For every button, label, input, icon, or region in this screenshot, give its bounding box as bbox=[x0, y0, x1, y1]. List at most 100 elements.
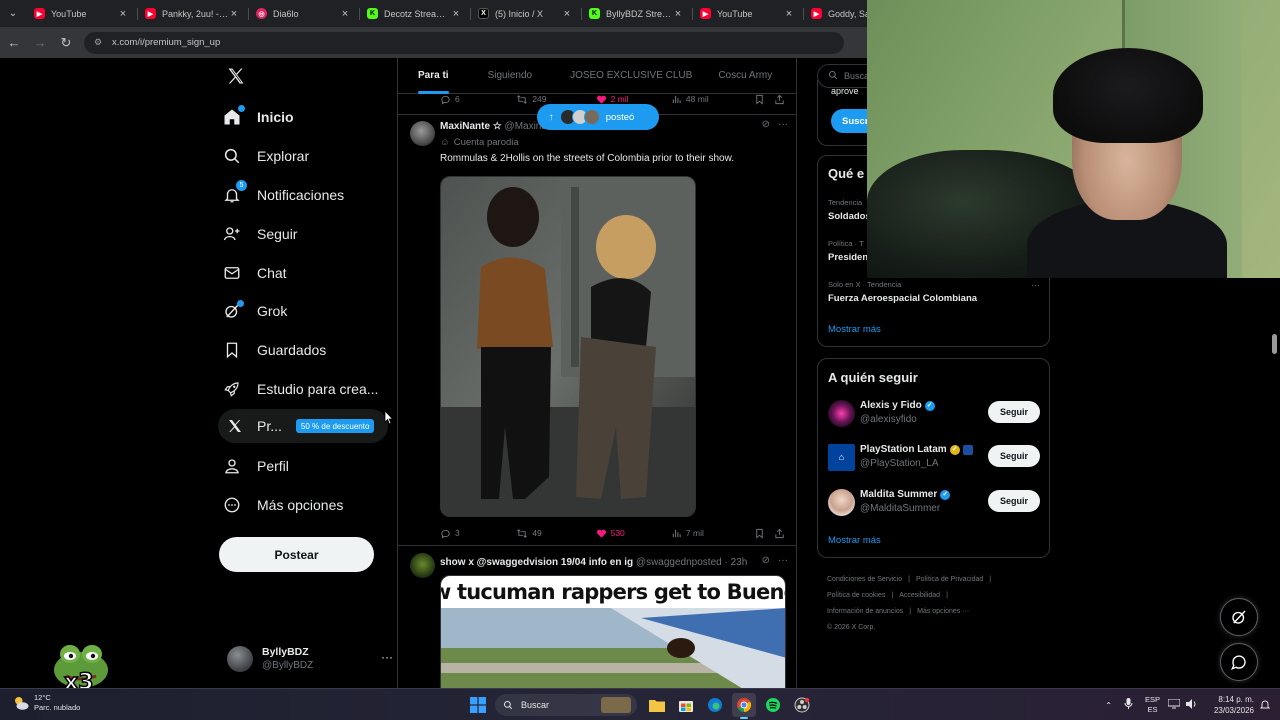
share-button[interactable] bbox=[774, 94, 785, 105]
nav-item-grok[interactable]: Grok bbox=[219, 293, 389, 329]
new-posts-pill[interactable]: ↑ posteó bbox=[537, 104, 659, 130]
views-button[interactable]: 7 mil bbox=[671, 528, 754, 539]
more-dots-icon[interactable]: ··· bbox=[778, 119, 788, 130]
site-info-icon[interactable]: ⚙ bbox=[94, 37, 106, 48]
taskbar-search-input[interactable]: Buscar bbox=[495, 694, 637, 716]
browser-tab[interactable]: X (5) Inicio / X × bbox=[470, 0, 581, 27]
store-icon[interactable] bbox=[674, 693, 698, 717]
repost-button[interactable]: 49 bbox=[516, 528, 595, 539]
reply-button[interactable]: 3 bbox=[440, 528, 516, 539]
network-icon[interactable] bbox=[1167, 698, 1181, 711]
share-button[interactable] bbox=[774, 528, 785, 539]
grok-fab-button[interactable] bbox=[1220, 598, 1258, 636]
bookmark-button[interactable] bbox=[754, 94, 774, 105]
avatar[interactable] bbox=[410, 553, 435, 578]
back-arrow-icon[interactable]: ← bbox=[2, 31, 26, 55]
avatar[interactable] bbox=[828, 399, 855, 427]
follow-button[interactable]: Seguir bbox=[988, 490, 1040, 512]
post-image[interactable] bbox=[440, 176, 696, 517]
avatar[interactable] bbox=[410, 121, 435, 146]
messages-fab-button[interactable] bbox=[1220, 643, 1258, 681]
avatar[interactable] bbox=[828, 488, 855, 516]
close-icon[interactable]: × bbox=[228, 8, 240, 20]
bookmark-button[interactable] bbox=[754, 528, 774, 539]
post-author-name[interactable]: MaxiNante ☆ bbox=[440, 121, 502, 132]
post-image[interactable]: this how tucuman rappers get to Buenos a… bbox=[440, 575, 786, 688]
close-icon[interactable]: × bbox=[117, 8, 129, 20]
footer-link[interactable]: Política de Privacidad bbox=[916, 576, 983, 583]
reply-button[interactable]: 6 bbox=[440, 94, 516, 105]
post-author-handle[interactable]: @swaggednposted · 23h bbox=[636, 557, 747, 568]
like-button[interactable]: 530 bbox=[596, 528, 671, 539]
weather-widget[interactable]: 12°C Parc. nublado bbox=[12, 693, 80, 713]
nav-item-estudio[interactable]: Estudio para crea... bbox=[219, 371, 389, 407]
forward-arrow-icon[interactable]: → bbox=[28, 31, 52, 55]
nav-item-chat[interactable]: Chat bbox=[219, 255, 389, 291]
nav-item-inicio[interactable]: Inicio bbox=[219, 99, 389, 135]
footer-link[interactable]: Política de cookies bbox=[827, 592, 885, 599]
browser-tab[interactable]: ◎ Dia6lo × bbox=[248, 0, 359, 27]
nav-item-explorar[interactable]: Explorar bbox=[219, 138, 389, 174]
close-icon[interactable]: × bbox=[783, 8, 795, 20]
follow-suggestion[interactable]: ⌂ PlayStation Latam ✓ @PlayStation_LA Seg… bbox=[828, 442, 1040, 472]
close-icon[interactable]: × bbox=[339, 8, 351, 20]
post[interactable]: MaxiNante ☆ @Maxinante · 22 mar. ⊘ ··· ☺… bbox=[398, 114, 796, 546]
follow-suggestion[interactable]: Alexis y Fido ✓ @alexisyfido Seguir bbox=[828, 398, 1040, 428]
account-switcher[interactable]: ByllyBDZ @ByllyBDZ ··· bbox=[227, 644, 393, 674]
language-indicator[interactable]: ESP ES bbox=[1145, 695, 1160, 715]
more-dots-icon[interactable]: ··· bbox=[778, 555, 788, 566]
close-icon[interactable]: × bbox=[561, 8, 573, 20]
follow-button[interactable]: Seguir bbox=[988, 401, 1040, 423]
footer-link[interactable]: Condiciones de Servicio bbox=[827, 576, 902, 583]
chrome-icon[interactable] bbox=[732, 693, 756, 719]
footer-link[interactable]: Más opciones ··· bbox=[917, 608, 969, 615]
address-bar[interactable]: ⚙ x.com/i/premium_sign_up bbox=[84, 31, 844, 54]
repost-button[interactable]: 249 bbox=[516, 94, 595, 105]
tab-siguiendo[interactable]: Siguiendo bbox=[488, 58, 532, 94]
obs-icon[interactable] bbox=[790, 693, 814, 717]
notification-bell-icon[interactable] bbox=[1259, 699, 1271, 712]
tab-para-ti[interactable]: Para ti bbox=[418, 58, 449, 94]
clock[interactable]: 8:14 p. m. 23/03/2026 bbox=[1214, 694, 1254, 716]
tab-search-chevron-icon[interactable]: ⌄ bbox=[0, 0, 26, 27]
post-button[interactable]: Postear bbox=[219, 537, 374, 572]
nav-item-mas-opciones[interactable]: Más opciones bbox=[219, 487, 389, 523]
browser-tab[interactable]: ▶ YouTube × bbox=[692, 0, 803, 27]
more-dots-icon[interactable]: ··· bbox=[381, 650, 393, 664]
follow-button[interactable]: Seguir bbox=[988, 445, 1040, 467]
file-explorer-icon[interactable] bbox=[645, 693, 669, 717]
more-dots-icon[interactable]: ··· bbox=[1031, 280, 1040, 290]
post-author-name[interactable]: show x @swaggedvision 19/04 info en ig bbox=[440, 557, 633, 568]
browser-tab[interactable]: K Decotz Stream - V × bbox=[359, 0, 470, 27]
browser-tab[interactable]: ▶ YouTube × bbox=[26, 0, 137, 27]
close-icon[interactable]: × bbox=[672, 8, 684, 20]
browser-tab[interactable]: K ByllyBDZ Stream × bbox=[581, 0, 692, 27]
reload-icon[interactable]: ↻ bbox=[54, 31, 78, 55]
windows-start-icon[interactable] bbox=[466, 693, 490, 717]
nav-item-guardados[interactable]: Guardados bbox=[219, 332, 389, 368]
grok-icon[interactable]: ⊘ bbox=[762, 119, 770, 130]
chevron-up-icon[interactable]: ⌃ bbox=[1105, 701, 1112, 710]
post[interactable]: show x @swaggedvision 19/04 info en ig @… bbox=[398, 547, 796, 688]
microphone-icon[interactable] bbox=[1124, 698, 1133, 712]
who-show-more-link[interactable]: Mostrar más bbox=[828, 535, 881, 546]
follow-suggestion[interactable]: Maldita Summer ✓ @MalditaSummer Seguir bbox=[828, 487, 1040, 517]
edge-icon[interactable] bbox=[703, 693, 727, 717]
scrollbar-thumb[interactable] bbox=[1272, 334, 1277, 354]
tab-coscu-army[interactable]: Coscu Army bbox=[718, 58, 772, 94]
grok-icon[interactable]: ⊘ bbox=[762, 555, 770, 566]
x-logo-icon[interactable] bbox=[226, 66, 246, 86]
nav-item-notificaciones[interactable]: 5 Notificaciones bbox=[219, 177, 389, 213]
nav-item-perfil[interactable]: Perfil bbox=[219, 448, 389, 484]
tab-joseo-exclusive-club[interactable]: JOSEO EXCLUSIVE CLUB bbox=[570, 58, 692, 94]
browser-tab[interactable]: ▶ Pankky, 2uu! - Da × bbox=[137, 0, 248, 27]
views-button[interactable]: 48 mil bbox=[671, 94, 754, 105]
volume-icon[interactable] bbox=[1185, 699, 1198, 711]
playstation-logo-icon[interactable]: ⌂ bbox=[828, 443, 855, 471]
trends-show-more-link[interactable]: Mostrar más bbox=[828, 324, 881, 335]
like-button[interactable]: 2 mil bbox=[596, 94, 671, 105]
close-icon[interactable]: × bbox=[450, 8, 462, 20]
nav-item-premium[interactable]: Pr... 50 % de descuento bbox=[218, 409, 388, 443]
footer-link[interactable]: Accesibilidad bbox=[899, 592, 940, 599]
spotify-icon[interactable] bbox=[761, 693, 785, 717]
